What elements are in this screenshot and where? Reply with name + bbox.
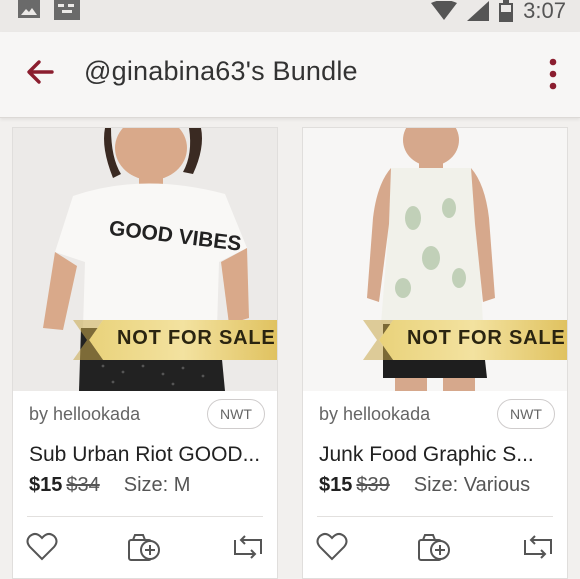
listing-title[interactable]: Sub Urban Riot GOOD... [29,443,269,467]
original-price: $39 [356,474,390,496]
wifi-icon [431,1,458,20]
share-icon[interactable] [231,532,265,562]
listing-grid: GOOD VIBES NOT FOR SALE by hellookada NW… [0,118,580,579]
arrow-left-icon[interactable] [22,54,58,90]
app-bar: @ginabina63's Bundle [0,32,580,118]
add-to-bundle-icon[interactable] [127,532,161,562]
seller-name[interactable]: by hellookada [29,404,140,425]
price-row: $15 $34 Size: M [29,474,190,497]
original-price: $34 [66,474,100,496]
heart-icon[interactable] [315,532,349,562]
signal-icon [467,1,490,21]
listing-card[interactable]: NOT FOR SALE by hellookada NWT Junk Food… [302,127,568,579]
divider [27,516,263,517]
condition-badge: NWT [497,399,555,429]
not-for-sale-banner: NOT FOR SALE [13,320,277,360]
seller-name[interactable]: by hellookada [319,404,430,425]
battery-icon [499,0,514,22]
card-actions [303,528,567,568]
status-bar: 3:07 [0,0,580,32]
size-label: Size: Various [413,474,531,496]
price: $15 [319,474,353,496]
more-vertical-icon[interactable] [546,56,560,92]
price-row: $15 $39 Size: Various [319,474,530,497]
add-to-bundle-icon[interactable] [417,532,451,562]
price: $15 [29,474,63,496]
listing-card[interactable]: GOOD VIBES NOT FOR SALE by hellookada NW… [12,127,278,579]
size-label: Size: M [123,474,191,496]
page-title: @ginabina63's Bundle [84,56,358,86]
notification-icon [54,0,80,20]
heart-icon[interactable] [25,532,59,562]
status-time: 3:07 [523,0,566,23]
share-icon[interactable] [521,532,555,562]
image-icon [18,0,40,18]
banner-label: NOT FOR SALE [117,327,276,349]
not-for-sale-banner: NOT FOR SALE [303,320,567,360]
condition-badge: NWT [207,399,265,429]
banner-label: NOT FOR SALE [407,327,566,349]
listing-image[interactable]: GOOD VIBES NOT FOR SALE [13,128,277,391]
listing-title[interactable]: Junk Food Graphic S... [319,443,559,467]
listing-image[interactable]: NOT FOR SALE [303,128,567,391]
card-actions [13,528,277,568]
divider [317,516,553,517]
